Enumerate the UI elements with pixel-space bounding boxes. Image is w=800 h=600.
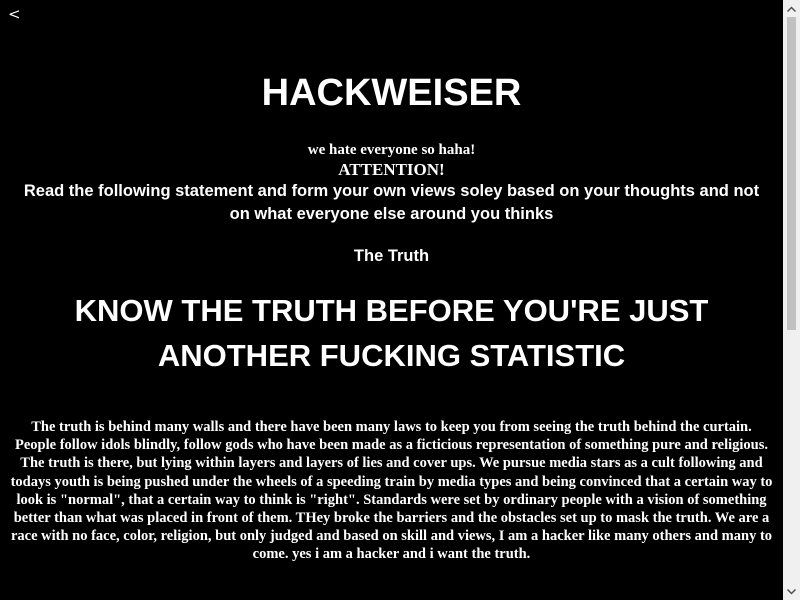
body-paragraph: The truth is behind many walls and there… [10,419,773,563]
scroll-down-button[interactable] [783,583,800,600]
tagline: we hate everyone so haha! [307,142,476,158]
scroll-up-button[interactable] [783,0,800,17]
scrollbar-thumb[interactable] [787,17,796,330]
vertical-scrollbar[interactable] [783,0,800,600]
notice-statement: Read the following statement and form yo… [23,182,760,223]
chevron-down-icon [787,588,796,595]
browser-viewport: < HACKWEISER we hate everyone so haha! A… [0,0,800,600]
page-content: < HACKWEISER we hate everyone so haha! A… [0,0,783,600]
back-link[interactable]: < [8,5,21,23]
site-title: HACKWEISER [261,72,522,114]
chevron-up-icon [787,5,796,12]
section-label: The Truth [353,247,430,265]
headline: KNOW THE TRUTH BEFORE YOU'RE JUST ANOTHE… [74,293,709,373]
attention-heading: ATTENTION! [338,160,445,179]
